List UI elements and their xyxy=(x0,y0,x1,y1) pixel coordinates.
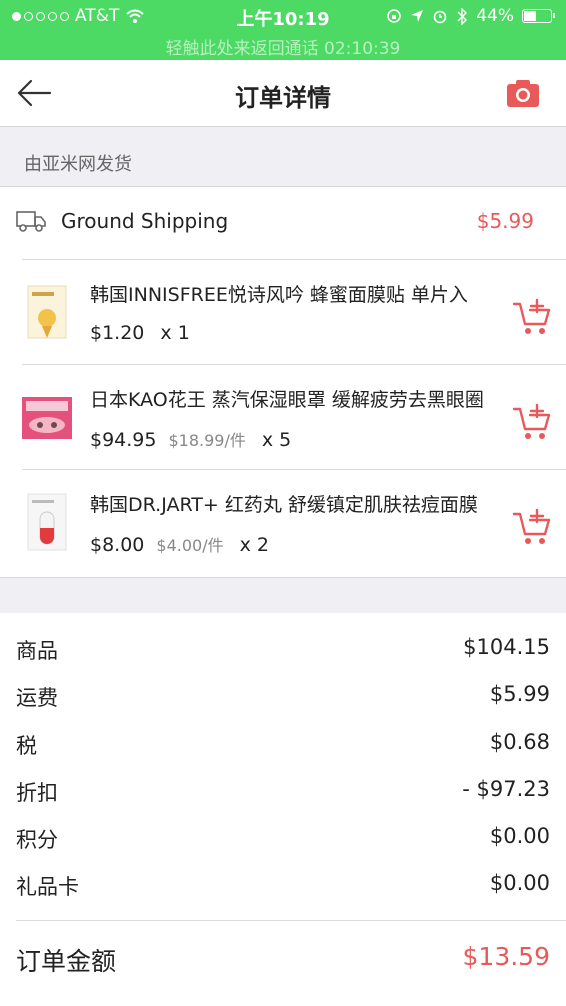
item-price: $1.20 xyxy=(90,322,145,344)
summary-divider xyxy=(16,920,566,921)
order-total-label: 订单金额 xyxy=(16,947,117,976)
item-name: 韩国INNISFREE悦诗风吟 蜂蜜面膜贴 单片入 xyxy=(90,284,468,306)
summary-label: 商品 xyxy=(16,639,58,663)
order-summary: 商品 $104.15 运费 $5.99 税 $0.68 折扣 - $97.23 … xyxy=(0,613,566,1006)
order-item[interactable]: 韩国INNISFREE悦诗风吟 蜂蜜面膜贴 单片入 $1.20 x 1 xyxy=(22,259,566,365)
item-unit-price: $4.00/件 xyxy=(156,536,224,555)
summary-row-subtotal: 商品 $104.15 xyxy=(16,629,550,669)
camera-icon[interactable] xyxy=(506,78,540,108)
battery-icon xyxy=(522,9,555,23)
page-title: 订单详情 xyxy=(235,84,331,112)
order-total-row: 订单金额 $13.59 xyxy=(16,938,550,982)
product-thumbnail xyxy=(27,285,67,339)
location-icon xyxy=(411,10,424,22)
battery-percent: 44% xyxy=(476,6,514,26)
summary-row-discount: 折扣 - $97.23 xyxy=(16,771,550,811)
item-qty: x 1 xyxy=(160,322,190,344)
item-meta: $8.00 $4.00/件 x 2 xyxy=(90,532,269,556)
summary-label: 运费 xyxy=(16,686,58,710)
summary-row-shipping: 运费 $5.99 xyxy=(16,676,550,716)
item-price: $8.00 xyxy=(90,534,145,556)
nav-bar: 订单详情 xyxy=(0,60,566,127)
item-qty: x 5 xyxy=(261,429,292,451)
summary-label: 积分 xyxy=(16,828,58,852)
item-meta: $1.20 x 1 xyxy=(90,322,190,344)
item-meta: $94.95 $18.99/件 x 5 xyxy=(90,427,291,451)
order-item[interactable]: 韩国DR.JART+ 红药丸 舒缓镇定肌肤祛痘面膜 $8.00 $4.00/件 … xyxy=(22,469,566,575)
add-to-cart-icon[interactable] xyxy=(512,403,552,441)
summary-label: 折扣 xyxy=(16,781,58,805)
item-price: $94.95 xyxy=(90,429,157,451)
truck-icon xyxy=(16,211,46,232)
add-to-cart-icon[interactable] xyxy=(512,298,552,336)
summary-row-gift-card: 礼品卡 $0.00 xyxy=(16,865,550,905)
summary-row-tax: 税 $0.68 xyxy=(16,724,550,764)
shipping-method-row: Ground Shipping $5.99 xyxy=(0,187,566,257)
return-to-call-banner[interactable]: 轻触此处来返回通话 02:10:39 xyxy=(0,34,566,59)
summary-value: $5.99 xyxy=(489,682,550,706)
item-name: 韩国DR.JART+ 红药丸 舒缓镇定肌肤祛痘面膜 xyxy=(90,494,478,516)
summary-value: $0.68 xyxy=(489,730,550,754)
order-total-value: $13.59 xyxy=(462,942,550,971)
summary-value: $104.15 xyxy=(463,635,550,659)
status-right: 44% xyxy=(386,6,555,26)
item-qty: x 2 xyxy=(239,534,269,556)
summary-label: 礼品卡 xyxy=(16,875,79,899)
shipper-label: 由亚米网发货 xyxy=(24,154,132,175)
add-to-cart-icon[interactable] xyxy=(512,508,552,546)
shipping-method: Ground Shipping xyxy=(61,209,229,233)
alarm-icon xyxy=(433,10,447,24)
shipping-price: $5.99 xyxy=(476,209,534,233)
order-item[interactable]: 日本KAO花王 蒸汽保湿眼罩 缓解疲劳去黑眼圈 $94.95 $18.99/件 … xyxy=(22,364,566,470)
bluetooth-icon xyxy=(457,7,468,25)
item-name: 日本KAO花王 蒸汽保湿眼罩 缓解疲劳去黑眼圈 xyxy=(90,389,484,411)
summary-value: $0.00 xyxy=(489,824,550,848)
status-bar: AT&T 上午10:19 44% 轻触此处来返回通话 02:10:39 xyxy=(0,0,566,60)
summary-label: 税 xyxy=(16,734,37,758)
rotation-lock-icon xyxy=(387,9,402,23)
summary-value: $0.00 xyxy=(489,871,550,895)
shipment-section: Ground Shipping $5.99 韩国INNISFREE悦诗风吟 蜂蜜… xyxy=(0,186,566,578)
item-unit-price: $18.99/件 xyxy=(168,431,246,450)
summary-value: - $97.23 xyxy=(462,777,550,801)
product-thumbnail xyxy=(22,397,72,439)
product-thumbnail xyxy=(27,493,67,551)
summary-row-points: 积分 $0.00 xyxy=(16,818,550,858)
